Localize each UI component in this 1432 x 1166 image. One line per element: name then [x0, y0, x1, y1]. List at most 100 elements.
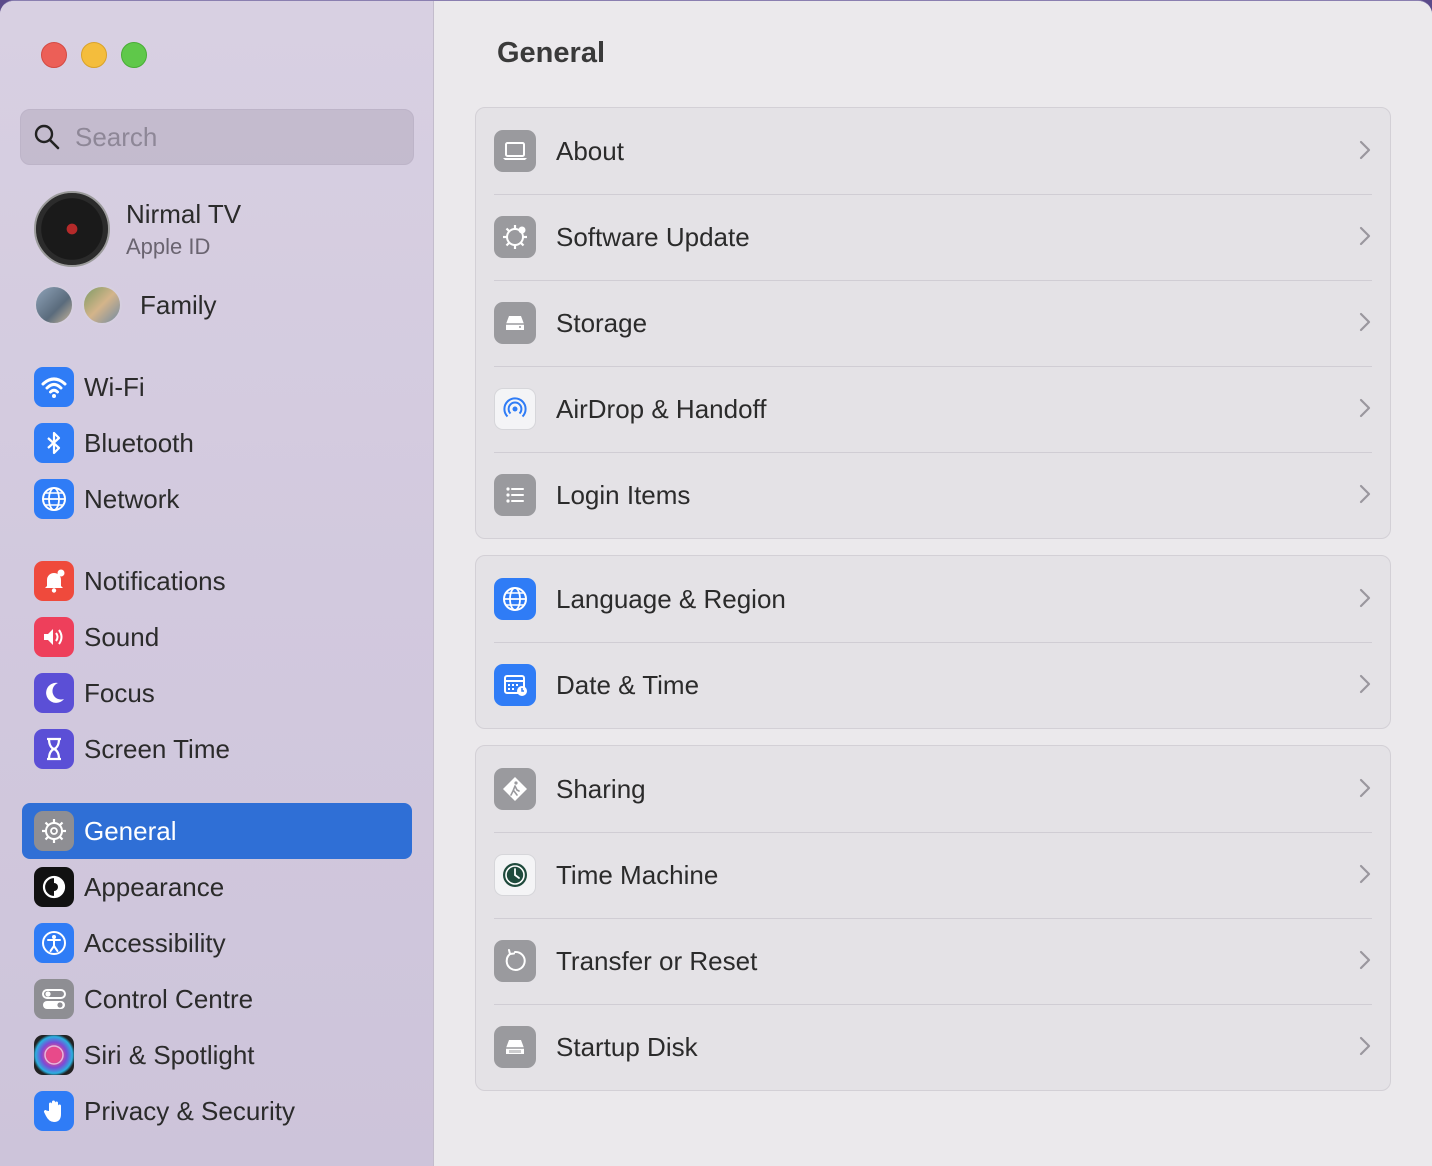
- row-label: Time Machine: [556, 859, 719, 890]
- time-machine-icon: [494, 854, 536, 896]
- row-label: AirDrop & Handoff: [556, 393, 767, 424]
- sidebar-item-sound[interactable]: Sound: [22, 609, 412, 665]
- close-button[interactable]: [41, 42, 67, 68]
- laptop-icon: [494, 130, 536, 172]
- drive-icon: [494, 302, 536, 344]
- settings-window: Nirmal TV Apple ID Family Wi-Fi Bluetoot…: [0, 0, 1432, 1166]
- row-time-machine[interactable]: Time Machine: [476, 832, 1390, 918]
- sidebar-item-focus[interactable]: Focus: [22, 665, 412, 721]
- calendar-clock-icon: [494, 664, 536, 706]
- sidebar-item-label: Accessibility: [84, 927, 226, 958]
- sidebar-item-siri-spotlight[interactable]: Siri & Spotlight: [22, 1027, 412, 1083]
- avatar: [34, 191, 110, 267]
- gear-icon: [34, 811, 74, 851]
- apple-id-account[interactable]: Nirmal TV Apple ID: [34, 191, 241, 267]
- search-input[interactable]: [75, 121, 395, 153]
- sidebar-item-bluetooth[interactable]: Bluetooth: [22, 415, 412, 471]
- row-label: Startup Disk: [556, 1031, 698, 1062]
- sidebar-item-label: Network: [84, 483, 180, 514]
- sidebar-item-notifications[interactable]: Notifications: [22, 553, 412, 609]
- accessibility-icon: [34, 923, 74, 963]
- startup-disk-icon: [494, 1026, 536, 1068]
- hourglass-icon: [34, 729, 74, 769]
- sidebar-item-network[interactable]: Network: [22, 471, 412, 527]
- moon-icon: [34, 673, 74, 713]
- sidebar-item-control-centre[interactable]: Control Centre: [22, 971, 412, 1027]
- chevron-right-icon: [1359, 484, 1371, 504]
- sharing-icon: [494, 768, 536, 810]
- main-pane: General About Software Update Storage Ai…: [435, 1, 1432, 1166]
- family-avatar: [34, 285, 74, 325]
- globe-icon: [494, 578, 536, 620]
- row-login-items[interactable]: Login Items: [476, 452, 1390, 538]
- row-label: Storage: [556, 307, 648, 338]
- row-label: About: [556, 135, 624, 166]
- window-controls: [41, 42, 147, 68]
- chevron-right-icon: [1359, 864, 1371, 884]
- chevron-right-icon: [1359, 950, 1371, 970]
- bell-icon: [34, 561, 74, 601]
- sidebar-item-label: Wi-Fi: [84, 371, 145, 402]
- toggles-icon: [34, 979, 74, 1019]
- row-language-region[interactable]: Language & Region: [476, 556, 1390, 642]
- row-sharing[interactable]: Sharing: [476, 746, 1390, 832]
- minimize-button[interactable]: [81, 42, 107, 68]
- settings-group: Language & Region Date & Time: [475, 555, 1391, 729]
- chevron-right-icon: [1359, 1036, 1371, 1056]
- row-label: Transfer or Reset: [556, 945, 758, 976]
- chevron-right-icon: [1359, 226, 1371, 246]
- row-label: Sharing: [556, 773, 646, 804]
- family-label: Family: [140, 289, 217, 320]
- zoom-button[interactable]: [121, 42, 147, 68]
- family-avatar: [82, 285, 122, 325]
- row-startup-disk[interactable]: Startup Disk: [476, 1004, 1390, 1090]
- bluetooth-icon: [34, 423, 74, 463]
- airdrop-icon: [494, 388, 536, 430]
- hand-icon: [34, 1091, 74, 1131]
- sidebar: Nirmal TV Apple ID Family Wi-Fi Bluetoot…: [0, 1, 434, 1166]
- search-field[interactable]: [20, 109, 414, 165]
- sidebar-item-general[interactable]: General: [22, 803, 412, 859]
- sidebar-item-privacy-security[interactable]: Privacy & Security: [22, 1083, 412, 1139]
- sidebar-item-label: Bluetooth: [84, 427, 194, 458]
- row-storage[interactable]: Storage: [476, 280, 1390, 366]
- sidebar-item-label: Screen Time: [84, 733, 230, 764]
- sidebar-item-wifi[interactable]: Wi-Fi: [22, 359, 412, 415]
- page-title: General: [497, 37, 605, 69]
- sidebar-item-label: General: [84, 815, 177, 846]
- chevron-right-icon: [1359, 588, 1371, 608]
- sidebar-item-screen-time[interactable]: Screen Time: [22, 721, 412, 777]
- sidebar-item-label: Privacy & Security: [84, 1095, 295, 1126]
- row-airdrop-handoff[interactable]: AirDrop & Handoff: [476, 366, 1390, 452]
- sidebar-item-appearance[interactable]: Appearance: [22, 859, 412, 915]
- appearance-icon: [34, 867, 74, 907]
- sidebar-item-label: Sound: [84, 621, 160, 652]
- sidebar-item-label: Siri & Spotlight: [84, 1039, 255, 1070]
- speaker-icon: [34, 617, 74, 657]
- chevron-right-icon: [1359, 398, 1371, 418]
- sidebar-item-label: Focus: [84, 677, 155, 708]
- account-subtitle: Apple ID: [126, 233, 211, 259]
- sidebar-item-label: Notifications: [84, 565, 226, 596]
- siri-icon: [34, 1035, 74, 1075]
- row-about[interactable]: About: [476, 108, 1390, 194]
- reset-icon: [494, 940, 536, 982]
- settings-group: About Software Update Storage AirDrop & …: [475, 107, 1391, 539]
- account-name: Nirmal TV: [126, 198, 242, 229]
- row-transfer-reset[interactable]: Transfer or Reset: [476, 918, 1390, 1004]
- settings-group: Sharing Time Machine Transfer or Reset S…: [475, 745, 1391, 1091]
- sidebar-item-label: Control Centre: [84, 983, 254, 1014]
- sidebar-item-accessibility[interactable]: Accessibility: [22, 915, 412, 971]
- family-item[interactable]: Family: [34, 285, 217, 325]
- row-label: Language & Region: [556, 583, 786, 614]
- chevron-right-icon: [1359, 312, 1371, 332]
- search-icon: [34, 124, 60, 150]
- wifi-icon: [34, 367, 74, 407]
- row-date-time[interactable]: Date & Time: [476, 642, 1390, 728]
- row-label: Software Update: [556, 221, 750, 252]
- row-software-update[interactable]: Software Update: [476, 194, 1390, 280]
- chevron-right-icon: [1359, 674, 1371, 694]
- sidebar-item-label: Appearance: [84, 871, 225, 902]
- globe-icon: [34, 479, 74, 519]
- chevron-right-icon: [1359, 140, 1371, 160]
